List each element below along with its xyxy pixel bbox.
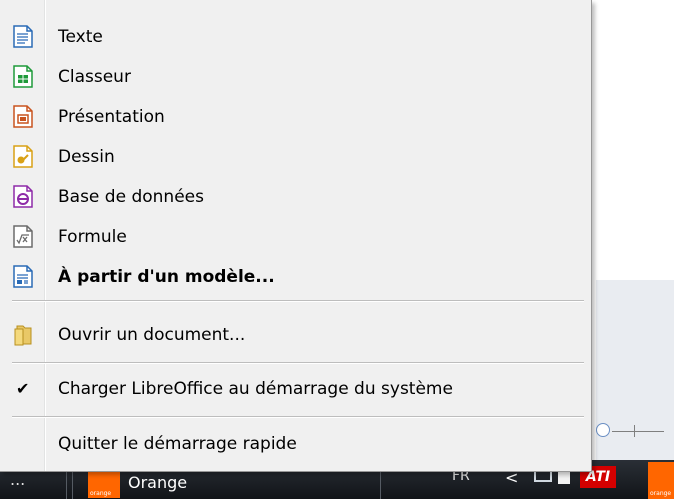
menu-item-texte[interactable]: Texte xyxy=(0,17,590,57)
menu-separator xyxy=(12,300,584,302)
quickstart-context-menu: Texte Classeur Présentation Dessin Base … xyxy=(0,0,592,472)
menu-item-presentation[interactable]: Présentation xyxy=(0,97,590,137)
menu-item-label: À partir d'un modèle... xyxy=(58,267,275,287)
draw-drawing-icon xyxy=(13,145,35,169)
menu-item-classeur[interactable]: Classeur xyxy=(0,57,590,97)
menu-separator xyxy=(12,416,584,418)
menu-item-quit-quickstart[interactable]: Quitter le démarrage rapide xyxy=(0,424,590,464)
menu-item-dessin[interactable]: Dessin xyxy=(0,137,590,177)
desktop-background xyxy=(596,0,674,280)
folder-icon xyxy=(13,323,35,347)
menu-item-label: Formule xyxy=(58,227,127,247)
calc-spreadsheet-icon xyxy=(13,65,35,89)
zoom-track xyxy=(612,431,664,432)
menu-item-label: Texte xyxy=(58,27,103,47)
menu-item-label: Charger LibreOffice au démarrage du syst… xyxy=(58,379,453,399)
checkmark-icon: ✔ xyxy=(16,379,30,398)
zoom-slider[interactable] xyxy=(596,420,674,442)
taskbar-app-label: Orange xyxy=(128,472,188,492)
impress-presentation-icon xyxy=(13,105,35,129)
menu-item-label: Ouvrir un document... xyxy=(58,325,246,345)
menu-separator xyxy=(12,362,584,364)
base-database-icon xyxy=(13,185,35,209)
taskbar-overflow[interactable]: ... xyxy=(10,470,25,489)
menu-item-label: Base de données xyxy=(58,187,204,207)
writer-document-icon xyxy=(13,25,35,49)
template-icon xyxy=(13,265,35,289)
menu-item-label: Présentation xyxy=(58,107,165,127)
math-formula-icon xyxy=(13,225,35,249)
menu-item-label: Dessin xyxy=(58,147,115,167)
menu-item-label: Quitter le démarrage rapide xyxy=(58,434,297,454)
menu-item-load-at-startup[interactable]: ✔ Charger LibreOffice au démarrage du sy… xyxy=(0,369,590,409)
menu-item-label: Classeur xyxy=(58,67,131,87)
menu-item-open-document[interactable]: Ouvrir un document... xyxy=(0,315,590,355)
zoom-tick xyxy=(634,425,635,437)
menu-item-base-de-donnees[interactable]: Base de données xyxy=(0,177,590,217)
orange-tray-icon[interactable]: orange xyxy=(648,462,674,499)
menu-item-formule[interactable]: Formule xyxy=(0,217,590,257)
zoom-handle[interactable] xyxy=(596,423,610,437)
menu-item-from-template[interactable]: À partir d'un modèle... xyxy=(0,257,590,297)
